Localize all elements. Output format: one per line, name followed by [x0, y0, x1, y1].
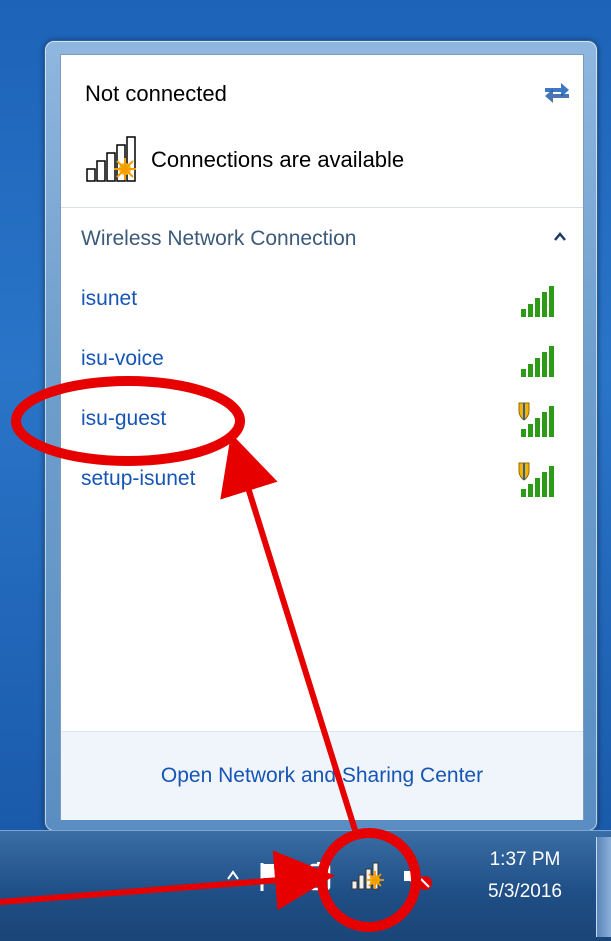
network-item-isu-guest[interactable]: isu-guest	[61, 401, 583, 441]
refresh-icon[interactable]	[541, 77, 573, 105]
network-flyout-panel: Not connected Connections are available …	[60, 54, 584, 820]
network-name: isu-guest	[81, 407, 167, 430]
network-name: isu-voice	[81, 347, 164, 370]
signal-bars-icon	[521, 346, 554, 377]
network-name: setup-isunet	[81, 467, 196, 490]
flyout-footer: Open Network and Sharing Center	[61, 731, 583, 820]
network-unavailable-tray-icon[interactable]	[348, 853, 388, 893]
wireless-section-title: Wireless Network Connection	[81, 227, 357, 250]
open-network-sharing-center-link[interactable]: Open Network and Sharing Center	[61, 764, 583, 788]
taskbar-clock-date[interactable]: 5/3/2016	[470, 881, 580, 903]
network-item-setup-isunet[interactable]: setup-isunet	[61, 461, 583, 501]
action-center-flag-icon[interactable]	[256, 859, 290, 893]
volume-muted-icon[interactable]	[400, 859, 434, 893]
taskbar: 1:37 PM 5/3/2016	[0, 830, 611, 941]
show-hidden-icons-arrow-icon[interactable]	[226, 869, 240, 881]
power-icon[interactable]	[306, 859, 336, 893]
connection-status-title: Not connected	[85, 81, 227, 106]
secured-signal-icon	[518, 402, 554, 437]
signal-bars-icon	[521, 286, 554, 317]
network-unavailable-icon	[86, 136, 136, 182]
secured-signal-icon	[518, 462, 554, 497]
wireless-section-header[interactable]: Wireless Network Connection	[61, 219, 583, 259]
taskbar-clock-time[interactable]: 1:37 PM	[470, 849, 580, 871]
connections-available-text: Connections are available	[151, 147, 405, 172]
network-item-isunet[interactable]: isunet	[61, 281, 583, 321]
network-name: isunet	[81, 287, 138, 310]
connection-status-section: Not connected Connections are available	[61, 55, 583, 208]
show-desktop-button[interactable]	[596, 837, 611, 937]
network-item-isu-voice[interactable]: isu-voice	[61, 341, 583, 381]
chevron-up-icon[interactable]	[553, 231, 567, 243]
